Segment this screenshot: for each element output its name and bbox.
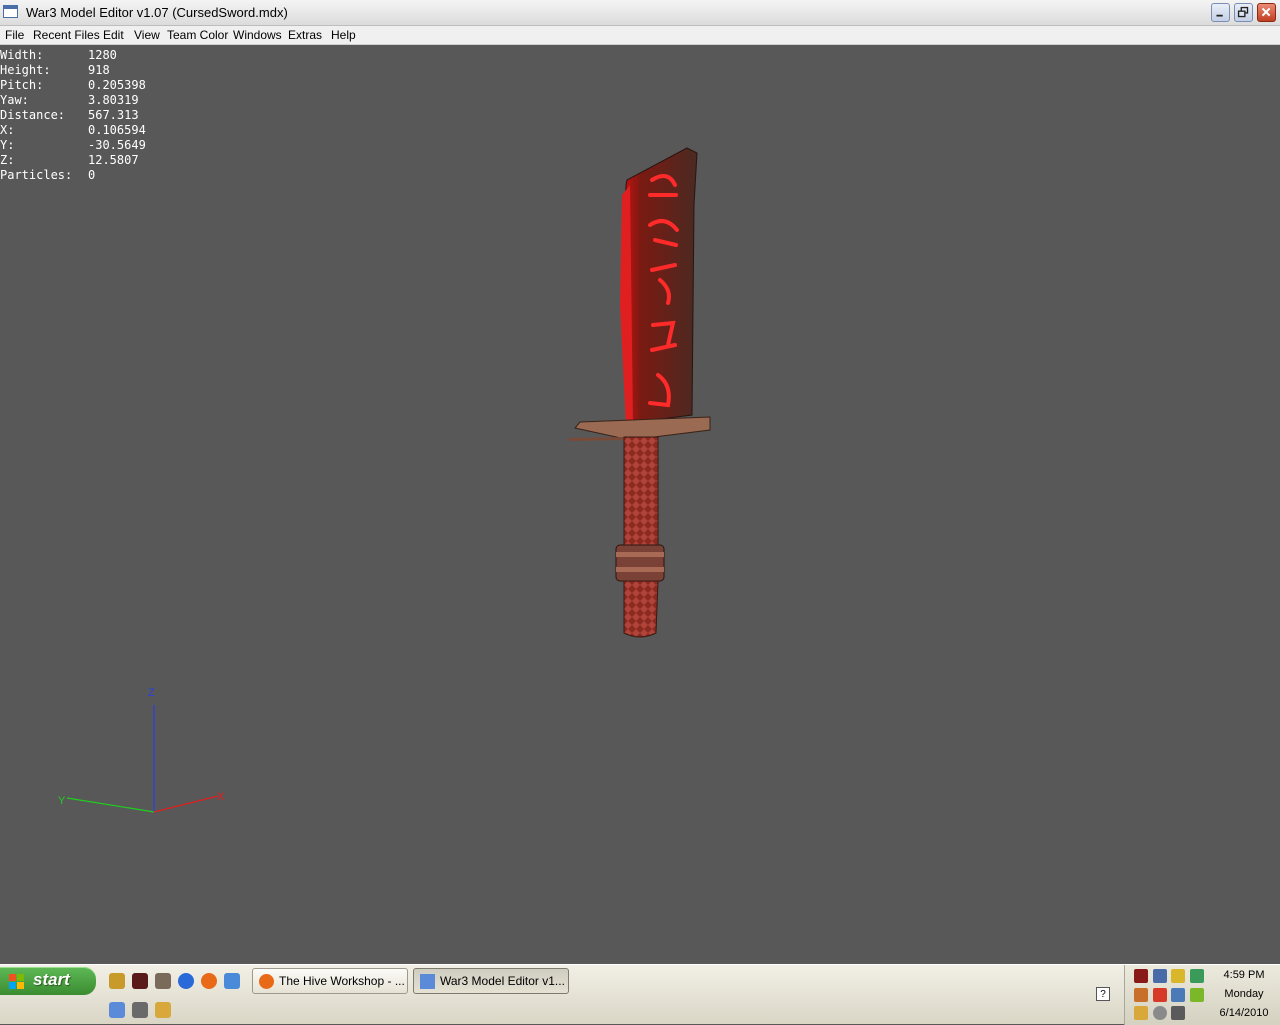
y-axis-line <box>66 797 155 813</box>
task-war3-model-editor[interactable]: War3 Model Editor v1... <box>413 968 569 994</box>
model-render: Z Y X <box>58 147 711 813</box>
restore-button[interactable] <box>1234 3 1253 22</box>
restore-icon <box>1237 6 1249 18</box>
taskbar: start The Hive Workshop - ... War3 Model… <box>0 964 1280 1025</box>
task-hive-workshop[interactable]: The Hive Workshop - ... <box>252 968 408 994</box>
app-tray-icon[interactable] <box>1134 969 1148 983</box>
nvidia-tray-icon[interactable] <box>1190 988 1204 1002</box>
menu-bar: File Recent Files Edit View Team Color W… <box>0 26 1280 45</box>
windows-tray-icon[interactable] <box>1153 988 1167 1002</box>
axis-gizmo: Z Y X <box>58 687 225 813</box>
app-window-icon[interactable] <box>3 5 18 18</box>
windows-flag-icon <box>9 974 24 989</box>
people-tray-icon[interactable] <box>1190 969 1204 983</box>
shield-tray-icon[interactable] <box>1171 969 1185 983</box>
menu-extras[interactable]: Extras <box>285 27 325 43</box>
x-axis-line <box>153 795 219 813</box>
key-icon[interactable] <box>109 973 125 989</box>
ie-icon[interactable] <box>178 973 194 989</box>
window-icon <box>420 974 435 989</box>
menu-edit[interactable]: Edit <box>100 27 127 43</box>
menu-file[interactable]: File <box>2 27 27 43</box>
x-axis-label: X <box>217 791 225 803</box>
window-title: War3 Model Editor v1.07 (CursedSword.mdx… <box>26 5 288 20</box>
cursed-sword-model <box>568 147 711 638</box>
menu-team-color[interactable]: Team Color <box>164 27 231 43</box>
minimize-button[interactable] <box>1211 3 1230 22</box>
help-icon[interactable]: ? <box>1096 987 1110 1001</box>
menu-recent-files[interactable]: Recent Files <box>30 27 103 43</box>
close-icon <box>1261 7 1271 17</box>
system-tray: 4:59 PM Monday 6/14/2010 <box>1124 965 1280 1025</box>
gimp-icon[interactable] <box>155 973 171 989</box>
pencil-icon[interactable] <box>155 1002 171 1018</box>
minimize-icon <box>1216 14 1223 17</box>
start-button[interactable]: start <box>0 967 96 995</box>
menu-view[interactable]: View <box>131 27 163 43</box>
camera-icon[interactable] <box>132 1002 148 1018</box>
menu-windows[interactable]: Windows <box>230 27 285 43</box>
close-button[interactable] <box>1257 3 1276 22</box>
clock-day: Monday <box>1224 988 1264 1000</box>
y-axis-label: Y <box>58 795 66 807</box>
firefox-icon <box>259 974 274 989</box>
network-tray-icon[interactable] <box>1153 969 1167 983</box>
volume-tray-icon[interactable] <box>1134 988 1148 1002</box>
model-viewport[interactable]: Width: 1280 Height: 918 Pitch: 0.205398 Yaw… <box>0 45 1280 964</box>
window-icon[interactable] <box>109 1002 125 1018</box>
z-axis-label: Z <box>148 687 155 699</box>
menu-help[interactable]: Help <box>328 27 359 43</box>
network2-tray-icon[interactable] <box>1171 988 1185 1002</box>
start-label: start <box>33 970 70 989</box>
clock-date: 6/14/2010 <box>1219 1007 1269 1019</box>
title-bar[interactable]: War3 Model Editor v1.07 (CursedSword.mdx… <box>0 0 1280 26</box>
pencil-tray-icon[interactable] <box>1134 1006 1148 1020</box>
web-icon[interactable] <box>224 973 240 989</box>
clock-time[interactable]: 4:59 PM <box>1211 969 1277 981</box>
media-icon[interactable] <box>132 973 148 989</box>
star-tray-icon[interactable] <box>1171 1006 1185 1020</box>
gear-tray-icon[interactable] <box>1153 1006 1167 1020</box>
firefox-icon[interactable] <box>201 973 217 989</box>
